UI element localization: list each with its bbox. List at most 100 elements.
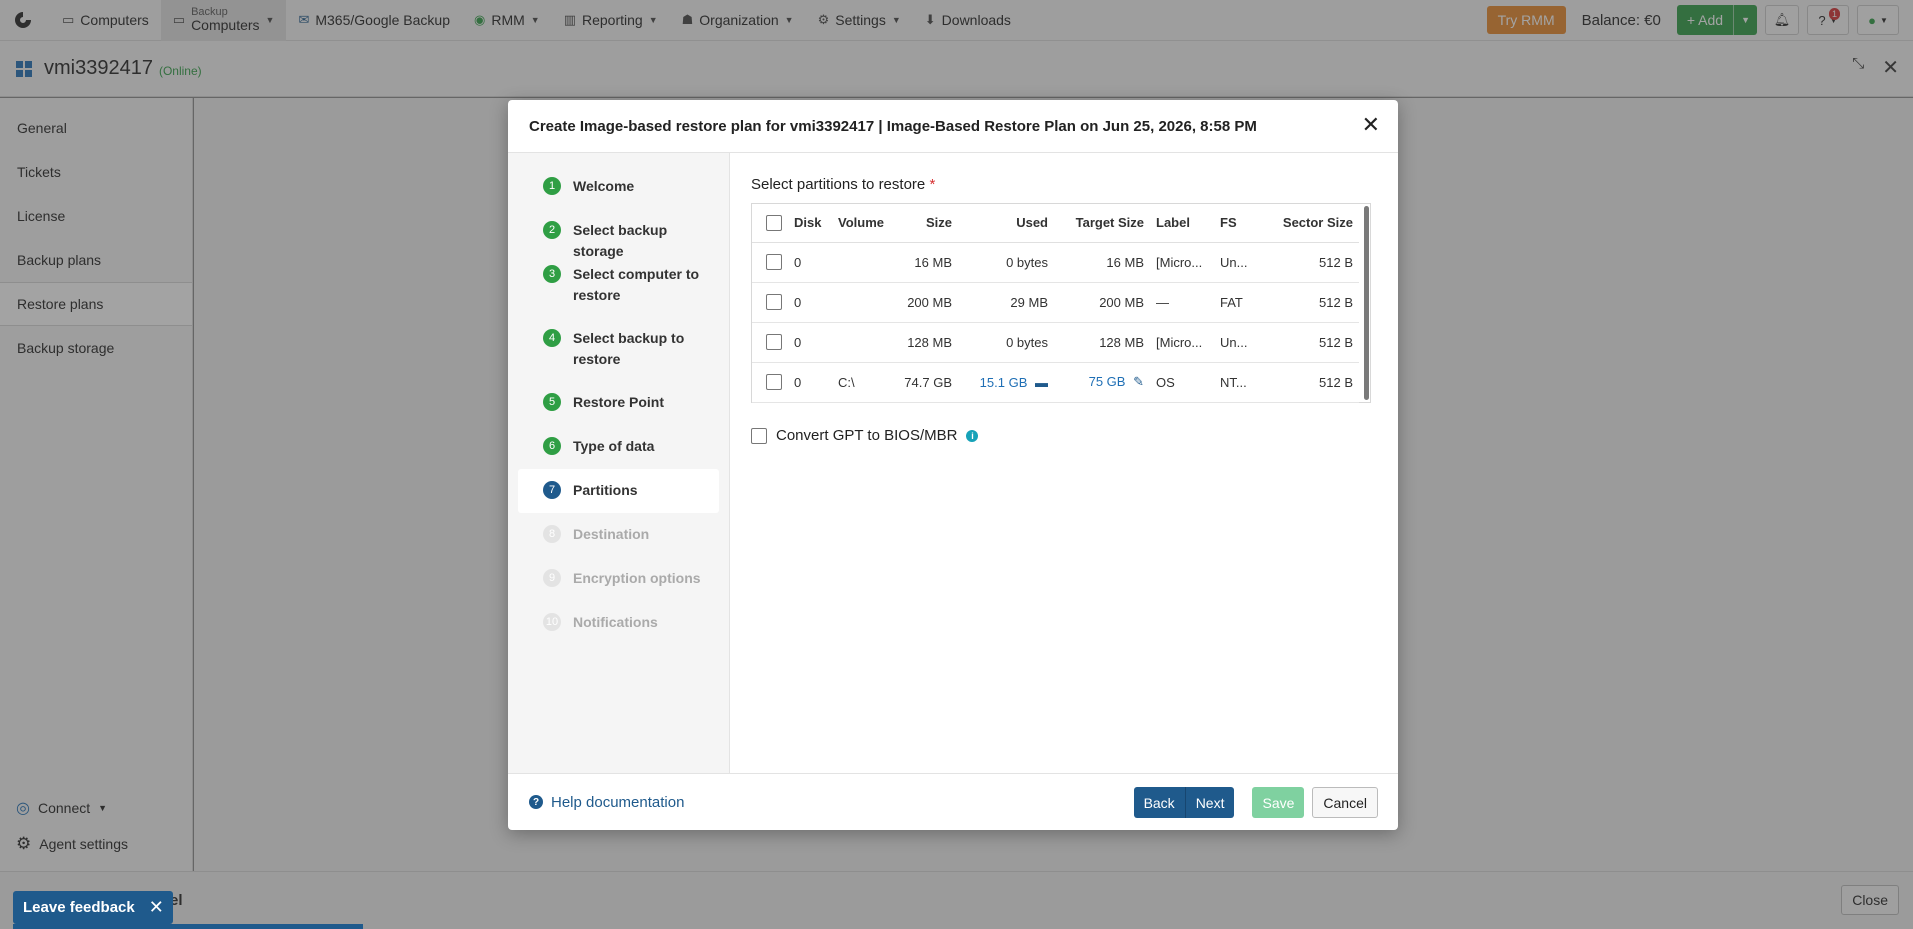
col-size: Size: [896, 204, 958, 243]
next-button[interactable]: Next: [1185, 787, 1235, 818]
cell-target-size: 128 MB: [1054, 322, 1150, 363]
cell-label: [Micro...: [1150, 322, 1214, 363]
partitions-panel: Select partitions to restore * Disk Volu…: [751, 174, 1376, 444]
step-partitions[interactable]: 7 Partitions: [518, 469, 719, 513]
partitions-title-text: Select partitions to restore: [751, 176, 926, 193]
step-number: 8: [543, 525, 561, 543]
table-row[interactable]: 0 200 MB 29 MB 200 MB — FAT 512 B: [752, 282, 1359, 323]
cell-used: 0 bytes: [958, 322, 1054, 363]
step-label: Partitions: [573, 482, 638, 498]
question-circle-icon: ?: [529, 795, 543, 809]
step-number: 5: [543, 393, 561, 411]
col-disk: Disk: [788, 204, 832, 243]
step-type-of-data[interactable]: 6 Type of data: [518, 425, 719, 469]
back-button[interactable]: Back: [1133, 787, 1186, 818]
row-checkbox[interactable]: [766, 334, 782, 351]
required-mark: *: [929, 176, 936, 193]
feedback-strip: [13, 924, 363, 929]
cell-label: [Micro...: [1150, 242, 1214, 283]
close-icon[interactable]: ✕: [149, 897, 164, 918]
table-row[interactable]: 0 16 MB 0 bytes 16 MB [Micro... Un... 51…: [752, 242, 1359, 283]
col-label: Label: [1150, 204, 1214, 243]
cell-target-size: 200 MB: [1054, 282, 1150, 323]
cell-fs: FAT: [1214, 282, 1258, 323]
table-row[interactable]: 0 128 MB 0 bytes 128 MB [Micro... Un... …: [752, 322, 1359, 363]
restore-plan-wizard-dialog: Create Image-based restore plan for vmi3…: [508, 100, 1398, 830]
step-label: Type of data: [573, 438, 655, 454]
step-number: 9: [543, 569, 561, 587]
cell-disk: 0: [788, 282, 832, 323]
cell-size: 16 MB: [896, 242, 958, 283]
close-icon[interactable]: ✕: [1362, 112, 1380, 138]
cell-sector-size: 512 B: [1258, 362, 1359, 403]
col-sector-size: Sector Size: [1258, 204, 1359, 243]
cell-size: 200 MB: [896, 282, 958, 323]
step-number: 7: [543, 481, 561, 499]
step-number: 6: [543, 437, 561, 455]
dialog-footer: ? Help documentation Back Next Save Canc…: [508, 773, 1398, 830]
convert-gpt-checkbox[interactable]: [751, 427, 767, 444]
convert-gpt-option[interactable]: Convert GPT to BIOS/MBR i: [751, 427, 1376, 444]
cell-volume: [832, 282, 896, 323]
cell-sector-size: 512 B: [1258, 282, 1359, 323]
row-checkbox[interactable]: [766, 294, 782, 311]
save-button[interactable]: Save: [1252, 787, 1305, 818]
step-restore-point[interactable]: 5 Restore Point: [518, 381, 719, 425]
help-documentation-label: Help documentation: [551, 793, 685, 811]
partitions-section-title: Select partitions to restore *: [751, 176, 1376, 193]
leave-feedback-button[interactable]: Leave feedback ✕: [13, 891, 173, 924]
cell-sector-size: 512 B: [1258, 242, 1359, 283]
dialog-header: Create Image-based restore plan for vmi3…: [508, 100, 1398, 153]
step-label: Destination: [573, 526, 650, 542]
target-size-link[interactable]: 75 GB: [1089, 374, 1126, 389]
step-number: 10: [543, 613, 561, 631]
cell-used: 0 bytes: [958, 242, 1054, 283]
cancel-button[interactable]: Cancel: [1312, 787, 1378, 818]
step-select-backup-storage[interactable]: 2 Select backup storage: [518, 209, 719, 259]
step-label: Select computer to restore: [573, 266, 700, 303]
step-number: 2: [543, 221, 561, 239]
cell-disk: 0: [788, 362, 832, 403]
used-space-link[interactable]: 15.1 GB: [980, 375, 1028, 390]
table-scrollbar[interactable]: [1364, 206, 1369, 400]
partitions-table: Disk Volume Size Used Target Size Label …: [752, 204, 1359, 403]
help-documentation-link[interactable]: ? Help documentation: [529, 794, 684, 811]
cell-volume: [832, 242, 896, 283]
step-select-computer[interactable]: 3 Select computer to restore: [518, 253, 719, 317]
step-label: Notifications: [573, 614, 658, 630]
dialog-title: Create Image-based restore plan for vmi3…: [529, 117, 1257, 135]
table-header-row: Disk Volume Size Used Target Size Label …: [752, 204, 1359, 243]
folder-icon[interactable]: ▬: [1035, 375, 1048, 390]
select-all-checkbox[interactable]: [766, 215, 782, 232]
step-select-backup[interactable]: 4 Select backup to restore: [518, 317, 719, 381]
pencil-icon[interactable]: ✎: [1133, 374, 1144, 389]
cell-fs: NT...: [1214, 362, 1258, 403]
wizard-steps: 1 Welcome 2 Select backup storage 3 Sele…: [508, 153, 730, 773]
cell-target-size: 16 MB: [1054, 242, 1150, 283]
step-label: Select backup to restore: [573, 330, 685, 367]
row-checkbox[interactable]: [766, 374, 782, 391]
col-fs: FS: [1214, 204, 1258, 243]
cell-used: 29 MB: [958, 282, 1054, 323]
cell-fs: Un...: [1214, 322, 1258, 363]
info-icon[interactable]: i: [966, 429, 979, 442]
col-volume: Volume: [832, 204, 896, 243]
cell-sector-size: 512 B: [1258, 322, 1359, 363]
cell-size: 128 MB: [896, 322, 958, 363]
cell-label: —: [1150, 282, 1214, 323]
step-number: 1: [543, 177, 561, 195]
cell-disk: 0: [788, 322, 832, 363]
step-label: Restore Point: [573, 394, 665, 410]
step-welcome[interactable]: 1 Welcome: [518, 165, 719, 209]
step-number: 4: [543, 329, 561, 347]
cell-size: 74.7 GB: [896, 362, 958, 403]
cell-disk: 0: [788, 242, 832, 283]
cell-fs: Un...: [1214, 242, 1258, 283]
convert-gpt-label: Convert GPT to BIOS/MBR: [776, 427, 958, 444]
row-checkbox[interactable]: [766, 254, 782, 271]
step-number: 3: [543, 265, 561, 283]
step-destination: 8 Destination: [518, 513, 719, 557]
leave-feedback-label: Leave feedback: [23, 899, 135, 916]
table-row[interactable]: 0 C:\ 74.7 GB 15.1 GB ▬ 75 GB ✎ OS NT...: [752, 362, 1359, 403]
col-target-size: Target Size: [1054, 204, 1150, 243]
